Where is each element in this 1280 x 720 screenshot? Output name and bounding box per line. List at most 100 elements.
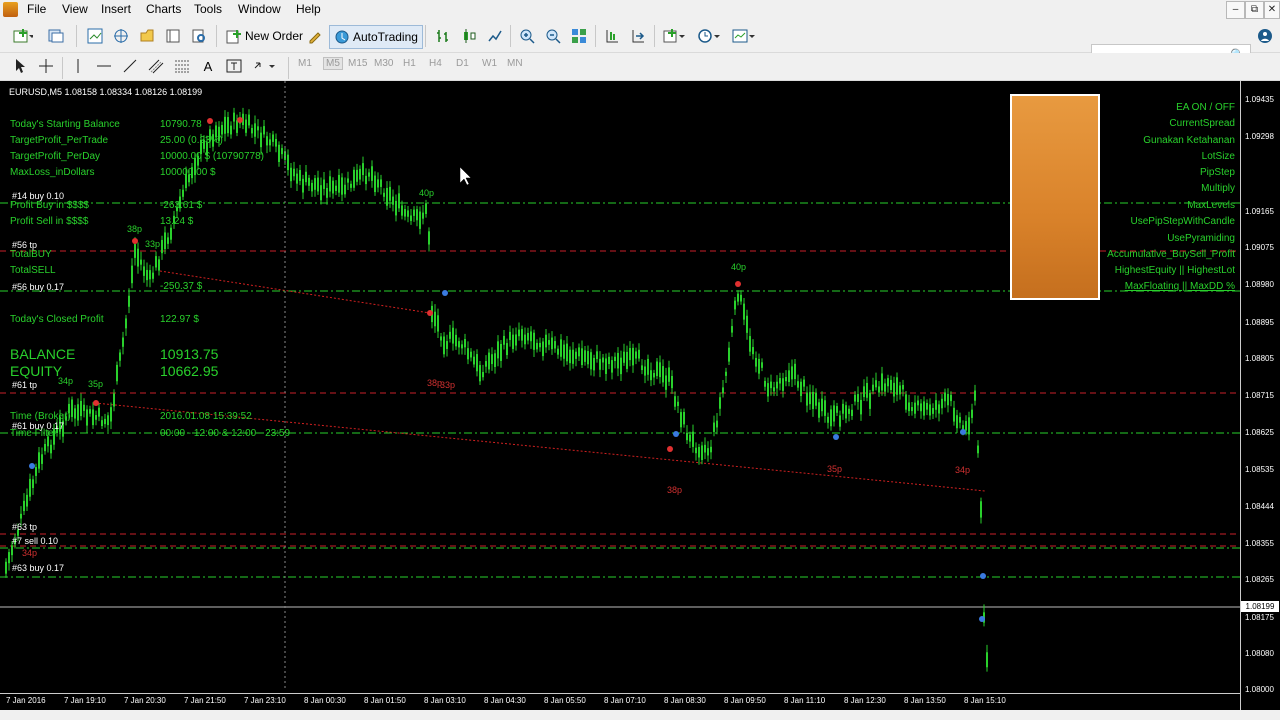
fibonacci-icon[interactable] [172, 55, 192, 77]
candle-body [944, 392, 946, 402]
tf-m15[interactable]: M15 [348, 58, 367, 69]
new-order-label: New Order [245, 29, 304, 43]
menu-window[interactable]: Window [238, 2, 281, 16]
candle-body [449, 331, 451, 339]
menu-file[interactable]: File [27, 2, 46, 16]
equity-label: EQUITY [10, 363, 63, 379]
candle-body [581, 348, 583, 366]
gunakan-ketahanan-item[interactable]: Gunakan Ketahanan [1143, 135, 1235, 147]
tf-m5[interactable]: M5 [323, 57, 343, 70]
ea-on-off-button[interactable]: EA ON / OFF [1176, 102, 1235, 114]
close-button[interactable]: ✕ [1264, 1, 1280, 19]
text-tool-icon[interactable]: A [198, 55, 218, 77]
use-pyramiding-item[interactable]: UsePyramiding [1167, 233, 1235, 245]
candle-body [491, 354, 493, 365]
text-label-icon[interactable] [224, 55, 244, 77]
candle-body [485, 361, 487, 367]
time-label: 8 Jan 07:10 [604, 696, 646, 705]
terminal-icon[interactable] [162, 25, 184, 47]
candle-body [26, 494, 28, 507]
tf-mn[interactable]: MN [507, 58, 523, 69]
candle-body [785, 376, 787, 382]
candle-body [974, 390, 976, 401]
cursor-icon[interactable] [10, 55, 30, 77]
candle-body [545, 334, 547, 348]
candlesticks-icon[interactable] [458, 25, 480, 47]
profiles-icon[interactable] [44, 25, 70, 47]
chart-header: EURUSD,M5 1.08158 1.08334 1.08126 1.0819… [9, 87, 203, 97]
tf-h4[interactable]: H4 [429, 58, 442, 69]
candle-body [413, 209, 415, 216]
pip-step-item[interactable]: PipStep [1200, 167, 1235, 179]
tf-m1[interactable]: M1 [298, 58, 312, 69]
time-label: 7 Jan 2016 [6, 696, 46, 705]
pip-label: 34p [955, 465, 971, 475]
candle-body [86, 409, 88, 426]
indicators-icon[interactable] [660, 25, 688, 47]
use-pipstep-with-candle-item[interactable]: UsePipStepWithCandle [1131, 216, 1236, 228]
vertical-line-icon[interactable] [68, 55, 88, 77]
line-chart-icon[interactable] [484, 25, 506, 47]
market-watch-icon[interactable] [84, 25, 106, 47]
pip-label: 38p [667, 485, 683, 495]
candle-body [158, 259, 160, 271]
new-order-button[interactable]: New Order [222, 25, 307, 47]
community-icon[interactable] [1255, 25, 1275, 47]
info-value: 10000.00 $ (10790778) [160, 151, 264, 162]
menu-tools[interactable]: Tools [194, 2, 222, 16]
info-label: MaxLoss_inDollars [10, 167, 95, 178]
candle-body [311, 182, 313, 192]
arrows-icon[interactable] [250, 55, 280, 77]
metaeditor-icon[interactable] [304, 25, 326, 47]
equidistant-channel-icon[interactable] [146, 55, 166, 77]
candle-body [437, 315, 439, 332]
accumulative-profit-item[interactable]: Accumulative_BuySell_Profit [1107, 249, 1235, 261]
strategy-tester-icon[interactable] [188, 25, 210, 47]
autoscroll-icon[interactable] [627, 25, 649, 47]
highest-equity-item[interactable]: HighestEquity || HighestLot [1115, 265, 1235, 277]
candle-body [743, 303, 745, 320]
autotrading-button[interactable]: AutoTrading [329, 25, 423, 49]
tf-m30[interactable]: M30 [374, 58, 393, 69]
periods-icon[interactable] [694, 25, 724, 47]
restore-button[interactable]: ⧉ [1245, 1, 1264, 19]
candle-body [926, 402, 928, 410]
chart-shift-icon[interactable] [601, 25, 623, 47]
tf-w1[interactable]: W1 [482, 58, 497, 69]
tile-windows-icon[interactable] [568, 25, 590, 47]
zoom-out-icon[interactable] [542, 25, 564, 47]
horizontal-line-icon[interactable] [94, 55, 114, 77]
menu-bar: File View Insert Charts Tools Window Hel… [0, 0, 1280, 20]
menu-view[interactable]: View [62, 2, 88, 16]
ea-control-panel[interactable] [1010, 94, 1100, 300]
tf-h1[interactable]: H1 [403, 58, 416, 69]
bar-chart-icon[interactable] [432, 25, 454, 47]
candle-body [542, 341, 544, 357]
menu-insert[interactable]: Insert [101, 2, 131, 16]
lot-size-item[interactable]: LotSize [1202, 151, 1235, 163]
candle-body [656, 361, 658, 377]
candle-body [512, 334, 514, 349]
chart-window[interactable]: EURUSD,M5 1.08158 1.08334 1.08126 1.0819… [0, 81, 1280, 710]
crosshair-icon[interactable] [36, 55, 56, 77]
favorites-icon[interactable] [136, 25, 158, 47]
navigator-icon[interactable] [110, 25, 132, 47]
templates-icon[interactable] [729, 25, 759, 47]
candle-body [827, 416, 829, 423]
minimize-button[interactable]: – [1226, 1, 1245, 19]
total-buy-label: TotalBUY [10, 249, 52, 260]
new-order-icon [226, 30, 241, 44]
current-spread-item[interactable]: CurrentSpread [1169, 118, 1235, 130]
menu-help[interactable]: Help [296, 2, 321, 16]
menu-charts[interactable]: Charts [146, 2, 181, 16]
new-chart-icon[interactable] [10, 25, 36, 47]
candle-body [695, 447, 697, 454]
candle-body [221, 125, 223, 135]
trendline-icon[interactable] [120, 55, 140, 77]
max-levels-item[interactable]: MaxLevels [1187, 200, 1235, 212]
max-floating-item[interactable]: MaxFloating || MaxDD % [1125, 281, 1235, 293]
candle-body [566, 343, 568, 362]
tf-d1[interactable]: D1 [456, 58, 469, 69]
multiply-item[interactable]: Multiply [1201, 183, 1235, 195]
zoom-in-icon[interactable] [516, 25, 538, 47]
